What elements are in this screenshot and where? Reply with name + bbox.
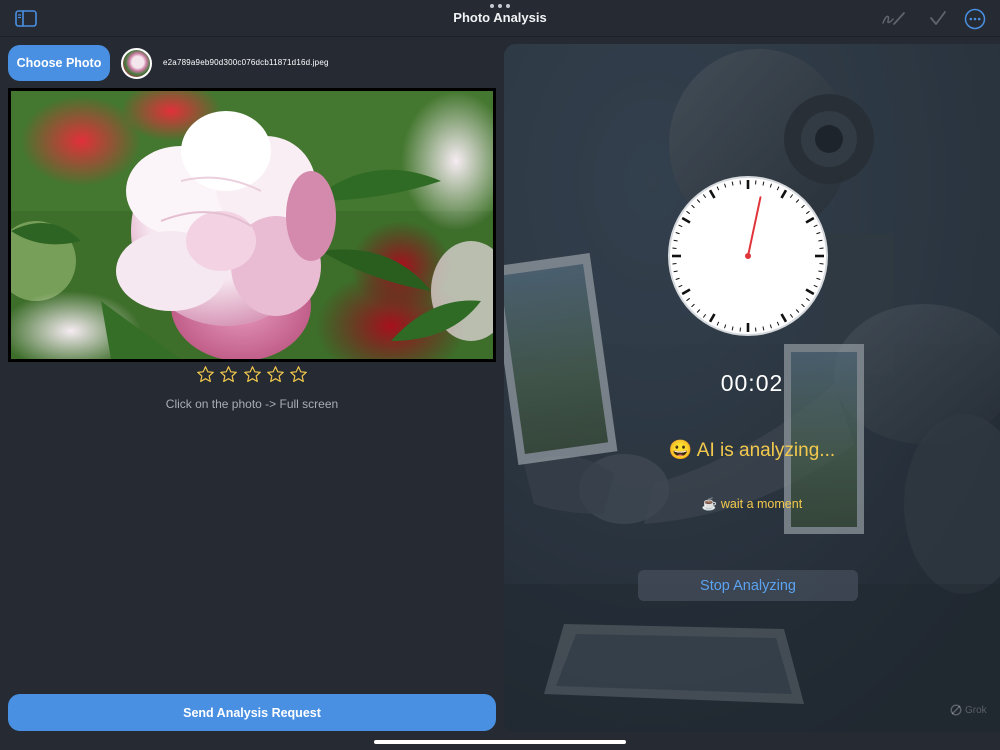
- file-name: e2a789a9eb90d300c076dcb11871d16d.jpeg: [163, 58, 329, 67]
- star-rating[interactable]: [196, 362, 308, 386]
- fullscreen-hint: Click on the photo -> Full screen: [165, 397, 339, 411]
- more-icon: [964, 8, 986, 30]
- analysis-clock: [668, 176, 828, 336]
- checkmark-icon: [930, 11, 946, 25]
- send-analysis-request-button[interactable]: Send Analysis Request: [8, 694, 496, 731]
- top-bar: Photo Analysis: [0, 0, 1000, 37]
- markup-button[interactable]: [880, 7, 908, 29]
- star-2-icon[interactable]: [219, 365, 238, 384]
- grok-watermark: Grok: [950, 704, 987, 716]
- stop-analyzing-button[interactable]: Stop Analyzing: [638, 570, 858, 601]
- sidebar-toggle-button[interactable]: [14, 8, 38, 28]
- status-text: AI is analyzing...: [696, 440, 836, 461]
- status-emoji: 😀: [668, 440, 693, 461]
- choose-photo-button[interactable]: Choose Photo: [8, 45, 110, 81]
- home-indicator[interactable]: [374, 740, 626, 744]
- star-1-icon[interactable]: [196, 365, 215, 384]
- photo-preview[interactable]: [8, 88, 496, 362]
- page-title: Photo Analysis: [453, 10, 547, 25]
- markup-icon: [882, 12, 905, 25]
- wait-text: wait a moment: [720, 497, 803, 511]
- grok-logo-icon: [950, 704, 962, 716]
- photo-thumbnail[interactable]: [121, 48, 152, 79]
- more-button[interactable]: [963, 7, 987, 31]
- elapsed-timer: 00:02: [720, 370, 784, 396]
- sidebar-icon: [15, 9, 37, 27]
- done-button[interactable]: [926, 7, 950, 29]
- analysis-panel: 00:02 😀 AI is analyzing... ☕ wait a mome…: [504, 44, 1000, 732]
- photo-image: [11, 91, 493, 359]
- star-3-icon[interactable]: [243, 365, 262, 384]
- star-5-icon[interactable]: [289, 365, 308, 384]
- wait-message: ☕ wait a moment: [504, 497, 1000, 512]
- star-4-icon[interactable]: [266, 365, 285, 384]
- analysis-status: 😀 AI is analyzing...: [504, 438, 1000, 462]
- coffee-icon: ☕: [701, 497, 718, 511]
- watermark-text: Grok: [965, 704, 987, 716]
